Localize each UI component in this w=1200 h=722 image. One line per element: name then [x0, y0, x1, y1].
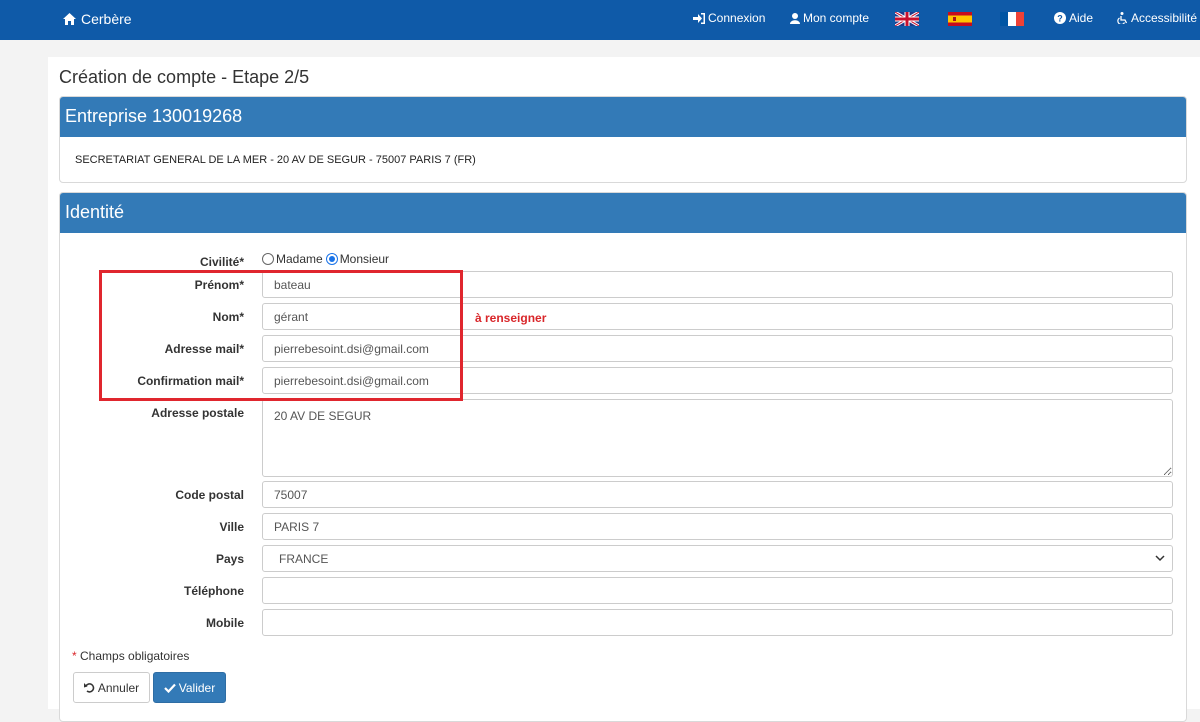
main-content: Création de compte - Etape 2/5 Entrepris… [48, 57, 1200, 722]
accessibility-link[interactable]: Accessibilité [1117, 11, 1197, 25]
civility-radio-group: Madame Monsieur [262, 252, 389, 266]
login-link[interactable]: Connexion [693, 11, 765, 25]
sign-in-icon [693, 12, 705, 24]
email-label: Adresse mail* [164, 342, 244, 356]
country-selected: FRANCE [279, 552, 329, 566]
zip-input[interactable] [262, 481, 1173, 508]
chevron-down-icon [1155, 555, 1165, 562]
zip-label: Code postal [175, 488, 244, 502]
svg-text:?: ? [1057, 14, 1063, 24]
company-address: SECRETARIAT GENERAL DE LA MER - 20 AV DE… [75, 154, 476, 166]
account-link[interactable]: Mon compte [790, 11, 869, 25]
email-confirm-input[interactable] [262, 367, 1173, 394]
country-label: Pays [215, 552, 244, 566]
home-icon [63, 13, 76, 25]
account-label: Mon compte [803, 11, 870, 25]
help-label: Aide [1069, 11, 1094, 25]
lastname-label: Nom* [212, 310, 244, 324]
french-flag-icon[interactable] [1000, 12, 1024, 26]
postal-address-textarea[interactable]: 20 AV DE SEGUR [262, 399, 1173, 477]
company-panel: Entreprise 130019268 SECRETARIAT GENERAL… [59, 96, 1187, 183]
undo-icon [83, 683, 95, 693]
postal-address-label: Adresse postale [151, 406, 244, 420]
city-input[interactable] [262, 513, 1173, 540]
lastname-input[interactable] [262, 303, 1173, 330]
submit-button[interactable]: Valider [153, 672, 226, 703]
mobile-input[interactable] [262, 609, 1173, 636]
accessibility-label: Accessibilité [1131, 11, 1198, 25]
check-icon [163, 683, 176, 693]
login-label: Connexion [708, 11, 766, 25]
phone-label: Téléphone [183, 584, 244, 598]
page-title: Création de compte - Etape 2/5 [59, 67, 310, 87]
required-note-text: Champs obligatoires [76, 649, 190, 663]
cancel-label: Annuler [97, 680, 140, 695]
email-input[interactable] [262, 335, 1173, 362]
company-panel-header: Entreprise 130019268 [60, 97, 1186, 137]
mobile-label: Mobile [206, 616, 244, 630]
radio-monsieur[interactable] [325, 253, 338, 265]
question-circle-icon: ? [1054, 12, 1066, 24]
brand-name: Cerbère [81, 11, 132, 27]
lastname-error: à renseigner [475, 311, 547, 325]
country-select[interactable]: FRANCE [262, 545, 1173, 572]
help-link[interactable]: ? Aide [1054, 11, 1093, 25]
english-flag-icon[interactable] [895, 12, 919, 26]
brand-link[interactable]: Cerbère [63, 11, 132, 27]
submit-label: Valider [178, 680, 216, 695]
radio-monsieur-label: Monsieur [339, 252, 390, 266]
radio-madame-label: Madame [276, 252, 323, 266]
required-fields-note: * Champs obligatoires [72, 649, 189, 663]
user-icon [790, 12, 800, 24]
cancel-button[interactable]: Annuler [73, 672, 150, 703]
firstname-input[interactable] [262, 271, 1173, 298]
firstname-label: Prénom* [194, 278, 244, 292]
city-label: Ville [219, 520, 244, 534]
radio-madame[interactable] [262, 253, 274, 265]
identity-panel-header: Identité [60, 193, 1186, 233]
top-navbar: Cerbère Connexion Mon compte ? Aide Acce… [0, 0, 1200, 40]
phone-input[interactable] [262, 577, 1173, 604]
identity-panel: Identité Civilité* Madame Monsieur Préno… [59, 192, 1187, 722]
civility-label: Civilité* [199, 255, 244, 269]
email-confirm-label: Confirmation mail* [137, 374, 244, 388]
spanish-flag-icon[interactable] [948, 12, 972, 26]
accessibility-icon [1117, 12, 1128, 24]
